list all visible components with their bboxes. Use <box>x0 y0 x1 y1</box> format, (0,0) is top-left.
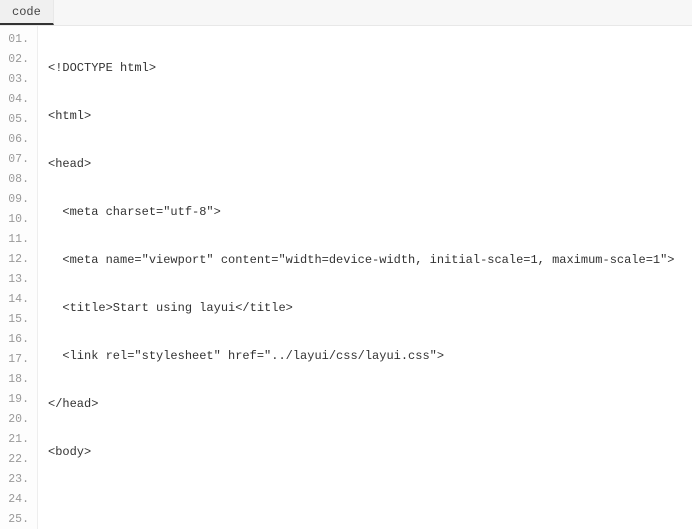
code-line: </head> <box>48 394 692 414</box>
code-line: <meta name="viewport" content="width=dev… <box>48 250 692 270</box>
line-number: 16. <box>0 330 37 350</box>
line-number: 17. <box>0 350 37 370</box>
line-number-gutter: 01. 02. 03. 04. 05. 06. 07. 08. 09. 10. … <box>0 26 38 529</box>
line-number: 25. <box>0 510 37 529</box>
line-number: 11. <box>0 230 37 250</box>
line-number: 01. <box>0 30 37 50</box>
line-number: 08. <box>0 170 37 190</box>
line-number: 22. <box>0 450 37 470</box>
line-number: 09. <box>0 190 37 210</box>
line-number: 21. <box>0 430 37 450</box>
tab-code[interactable]: code <box>0 0 54 25</box>
code-line: <meta charset="utf-8"> <box>48 202 692 222</box>
line-number: 06. <box>0 130 37 150</box>
code-line: <link rel="stylesheet" href="../layui/cs… <box>48 346 692 366</box>
code-line: <head> <box>48 154 692 174</box>
line-number: 07. <box>0 150 37 170</box>
line-number: 04. <box>0 90 37 110</box>
code-editor: 01. 02. 03. 04. 05. 06. 07. 08. 09. 10. … <box>0 26 692 529</box>
code-line: <!DOCTYPE html> <box>48 58 692 78</box>
line-number: 18. <box>0 370 37 390</box>
code-line: <html> <box>48 106 692 126</box>
line-number: 14. <box>0 290 37 310</box>
code-line: <title>Start using layui</title> <box>48 298 692 318</box>
line-number: 03. <box>0 70 37 90</box>
line-number: 20. <box>0 410 37 430</box>
code-line: <body> <box>48 442 692 462</box>
line-number: 15. <box>0 310 37 330</box>
line-number: 05. <box>0 110 37 130</box>
line-number: 13. <box>0 270 37 290</box>
line-number: 24. <box>0 490 37 510</box>
code-line <box>48 490 692 510</box>
tab-strip: code <box>0 0 692 26</box>
line-number: 19. <box>0 390 37 410</box>
code-content[interactable]: <!DOCTYPE html> <html> <head> <meta char… <box>38 26 692 529</box>
line-number: 10. <box>0 210 37 230</box>
line-number: 02. <box>0 50 37 70</box>
line-number: 12. <box>0 250 37 270</box>
line-number: 23. <box>0 470 37 490</box>
